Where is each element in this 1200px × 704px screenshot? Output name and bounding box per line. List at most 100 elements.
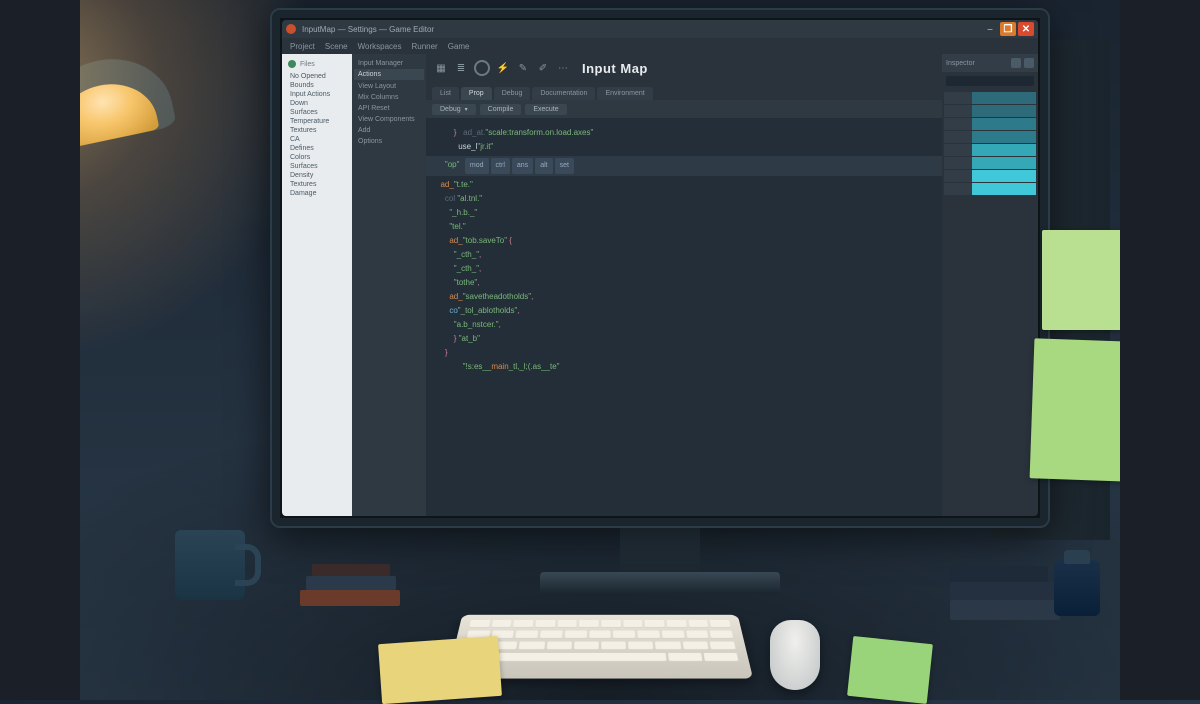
menu-item[interactable]: Workspaces xyxy=(358,42,402,51)
file-explorer: Files No OpenedBoundsInput ActionsDownSu… xyxy=(282,54,352,516)
page-title: Input Map xyxy=(582,61,648,76)
menu-item[interactable]: Scene xyxy=(325,42,348,51)
book-stack xyxy=(300,560,410,620)
code-line: "!s:es__main_tl,_l;(.as__te" xyxy=(436,360,932,374)
explorer-item[interactable]: Density xyxy=(284,171,350,180)
sticky-note xyxy=(1030,338,1135,481)
mouse xyxy=(770,620,820,690)
editor-tab[interactable]: Debug xyxy=(494,87,531,100)
code-line: col "al.tnl." xyxy=(436,192,932,206)
layers-icon[interactable]: ≣ xyxy=(454,61,468,75)
more-icon[interactable]: ⋯ xyxy=(556,61,570,75)
inspector-properties xyxy=(942,90,1038,516)
explorer-item[interactable]: No Opened xyxy=(284,72,350,81)
config-dropdown[interactable]: Debug xyxy=(432,104,476,115)
code-line: co"_tol_ablotholds", xyxy=(436,304,932,318)
record-icon[interactable] xyxy=(474,60,490,76)
explorer-item[interactable]: Colors xyxy=(284,153,350,162)
code-line: ad_"savetheadotholds", xyxy=(436,290,932,304)
project-sidebar: Input ManagerActions View LayoutMix Colu… xyxy=(352,54,426,516)
explorer-item[interactable]: Damage xyxy=(284,189,350,198)
app-window: InputMap — Settings — Game Editor – ❐ ✕ … xyxy=(282,20,1038,516)
code-line: "_cth_", xyxy=(436,248,932,262)
book-stack-right xyxy=(950,540,1060,630)
code-editor[interactable]: } ad_at."scale:transform.on.load.axes" u… xyxy=(426,118,942,516)
code-line: } "at_b" xyxy=(436,332,932,346)
coffee-mug xyxy=(175,530,245,600)
explorer-item[interactable]: Defines xyxy=(284,144,350,153)
inspector-row[interactable] xyxy=(944,131,1036,143)
sidebar-item[interactable]: API Reset xyxy=(354,103,424,114)
pen-icon[interactable]: ✐ xyxy=(536,61,550,75)
monitor-base xyxy=(540,572,780,594)
editor-tabs: ListPropDebugDocumentationEnvironment xyxy=(426,82,942,100)
app-icon xyxy=(286,24,296,34)
code-line: use_l"jr.it" xyxy=(436,140,932,154)
gear-icon[interactable] xyxy=(1011,58,1021,68)
compile-button[interactable]: Compile xyxy=(480,104,522,115)
sticky-note xyxy=(1042,230,1122,330)
pin-icon[interactable] xyxy=(1024,58,1034,68)
code-line: "a.b_nstcer.", xyxy=(436,318,932,332)
explorer-item[interactable]: Surfaces xyxy=(284,162,350,171)
window-close-button[interactable]: ✕ xyxy=(1018,22,1034,36)
inspector-search[interactable] xyxy=(946,76,1034,86)
sidebar-item[interactable]: View Components xyxy=(354,114,424,125)
main-column: ▦ ≣ ⚡ ✎ ✐ ⋯ Input Map ListPropDebugDocum… xyxy=(426,54,942,516)
explorer-item[interactable]: Surfaces xyxy=(284,108,350,117)
window-title: InputMap — Settings — Game Editor xyxy=(302,25,434,34)
inspector-row[interactable] xyxy=(944,92,1036,104)
photo-crop-left xyxy=(0,0,80,700)
monitor-stand xyxy=(620,520,700,580)
inspector-row[interactable] xyxy=(944,157,1036,169)
execute-button[interactable]: Execute xyxy=(525,104,566,115)
explorer-item[interactable]: Bounds xyxy=(284,81,350,90)
explorer-header: Files xyxy=(284,58,350,70)
grid-icon[interactable]: ▦ xyxy=(434,61,448,75)
inspector-panel: Inspector xyxy=(942,54,1038,516)
inspector-row[interactable] xyxy=(944,170,1036,182)
bolt-icon[interactable]: ⚡ xyxy=(496,61,510,75)
sidebar-item[interactable]: View Layout xyxy=(354,81,424,92)
inspector-row[interactable] xyxy=(944,105,1036,117)
window-minimize-button[interactable]: – xyxy=(982,22,998,36)
explorer-item[interactable]: Temperature xyxy=(284,117,350,126)
code-line: } ad_at."scale:transform.on.load.axes" xyxy=(436,126,932,140)
sub-toolbar: Debug Compile Execute xyxy=(426,100,942,118)
menu-item[interactable]: Runner xyxy=(411,42,437,51)
code-line: ad_"t.te." xyxy=(436,178,932,192)
code-line: "tothe", xyxy=(436,276,932,290)
explorer-item[interactable]: CA xyxy=(284,135,350,144)
explorer-item[interactable]: Textures xyxy=(284,180,350,189)
ink-bottle xyxy=(1054,560,1100,616)
sidebar-item[interactable]: Options xyxy=(354,136,424,147)
editor-tab[interactable]: Environment xyxy=(597,87,652,100)
inspector-title: Inspector xyxy=(946,60,975,67)
menu-item[interactable]: Project xyxy=(290,42,315,51)
inspector-row[interactable] xyxy=(944,118,1036,130)
code-line: "tel." xyxy=(436,220,932,234)
sticky-note xyxy=(847,636,933,704)
code-line: "_cth_", xyxy=(436,262,932,276)
explorer-item[interactable]: Input Actions xyxy=(284,90,350,99)
brush-icon[interactable]: ✎ xyxy=(516,61,530,75)
code-line: } xyxy=(436,346,932,360)
inspector-row[interactable] xyxy=(944,144,1036,156)
inspector-row[interactable] xyxy=(944,183,1036,195)
menu-item[interactable]: Game xyxy=(448,42,470,51)
monitor: InputMap — Settings — Game Editor – ❐ ✕ … xyxy=(270,8,1050,528)
sidebar-group[interactable]: Input Manager xyxy=(354,58,424,69)
window-maximize-button[interactable]: ❐ xyxy=(1000,22,1016,36)
main-toolbar: ▦ ≣ ⚡ ✎ ✐ ⋯ Input Map xyxy=(426,54,942,82)
sticky-note xyxy=(378,636,502,704)
editor-tab[interactable]: List xyxy=(432,87,459,100)
sidebar-item[interactable]: Add xyxy=(354,125,424,136)
menubar: Project Scene Workspaces Runner Game xyxy=(282,38,1038,54)
editor-tab[interactable]: Prop xyxy=(461,87,492,100)
explorer-title: Files xyxy=(300,61,315,68)
explorer-item[interactable]: Down xyxy=(284,99,350,108)
editor-tab[interactable]: Documentation xyxy=(532,87,595,100)
sidebar-item[interactable]: Mix Columns xyxy=(354,92,424,103)
explorer-item[interactable]: Textures xyxy=(284,126,350,135)
sidebar-group[interactable]: Actions xyxy=(354,69,424,80)
